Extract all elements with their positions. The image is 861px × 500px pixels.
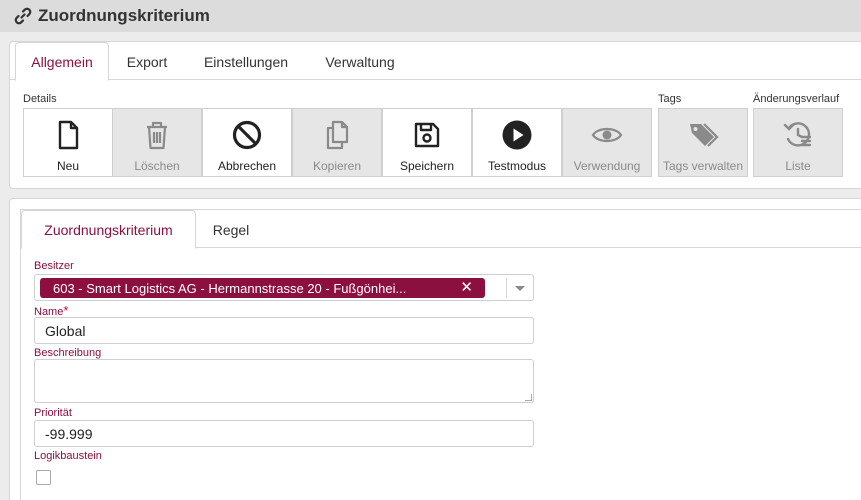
name-label: Name* [34, 303, 68, 318]
copy-button[interactable]: Kopieren [292, 108, 382, 177]
owner-chip: 603 - Smart Logistics AG - Hermannstrass… [40, 278, 485, 298]
owner-select[interactable]: 603 - Smart Logistics AG - Hermannstrass… [34, 274, 534, 301]
play-icon [502, 120, 532, 150]
trash-icon [147, 121, 167, 150]
window-title: Zuordnungskriterium [38, 6, 210, 25]
copy-icon [326, 120, 349, 150]
group-label-history: Änderungsverlauf [753, 93, 840, 105]
tab-verwaltung[interactable]: Verwaltung [312, 42, 408, 81]
form-tabs: Zuordnungskriterium Regel [21, 210, 861, 249]
manage-tags-button-label: Tags verwalten [662, 159, 744, 173]
select-divider [506, 278, 507, 298]
delete-button[interactable]: Löschen [112, 108, 202, 177]
history-list-button[interactable]: Liste [753, 108, 843, 177]
group-label-details: Details [23, 93, 57, 105]
remove-owner-icon[interactable]: ✕ [460, 278, 473, 298]
test-mode-button[interactable]: Testmodus [472, 108, 562, 177]
history-list-icon [783, 122, 812, 147]
cancel-icon [232, 120, 262, 150]
test-mode-button-label: Testmodus [487, 159, 547, 173]
cancel-button-label: Abbrechen [217, 159, 277, 173]
description-label: Beschreibung [34, 347, 102, 359]
priority-field[interactable]: -99.999 [34, 420, 534, 447]
tags-icon [690, 123, 719, 147]
tab-regel[interactable]: Regel [199, 210, 263, 249]
save-button-label: Speichern [399, 159, 455, 173]
save-icon [414, 122, 440, 148]
group-label-tags: Tags [658, 93, 682, 105]
save-button[interactable]: Speichern [382, 108, 472, 177]
form-container: Zuordnungskriterium Regel [20, 209, 861, 500]
usage-button[interactable]: Verwendung [562, 108, 652, 177]
title-bar: Zuordnungskriterium [0, 0, 861, 32]
new-document-icon [58, 120, 79, 150]
owner-chip-text: 603 - Smart Logistics AG - Hermannstrass… [53, 280, 407, 296]
delete-button-label: Löschen [134, 159, 180, 173]
name-field[interactable]: Global [34, 317, 534, 344]
tab-einstellungen[interactable]: Einstellungen [190, 42, 302, 81]
manage-tags-button[interactable]: Tags verwalten [658, 108, 748, 177]
tab-zuordnungskriterium[interactable]: Zuordnungskriterium [21, 210, 196, 249]
link-icon [14, 7, 32, 25]
cancel-button[interactable]: Abbrechen [202, 108, 292, 177]
priority-label: Priorität [34, 407, 72, 419]
tab-export[interactable]: Export [114, 42, 180, 81]
logic-block-checkbox[interactable] [36, 470, 51, 485]
main-tabs: Allgemein Export Einstellungen Verwaltun… [10, 42, 861, 81]
resize-grip-icon[interactable] [525, 394, 532, 401]
owner-label: Besitzer [34, 260, 74, 272]
copy-button-label: Kopieren [312, 159, 362, 173]
eye-icon [591, 127, 623, 143]
form-panel: Zuordnungskriterium Regel Besitzer 603 -… [9, 198, 861, 500]
logic-block-label: Logikbaustein [34, 450, 102, 462]
required-marker: * [63, 303, 69, 318]
tab-allgemein[interactable]: Allgemein [15, 42, 109, 81]
usage-button-label: Verwendung [573, 159, 641, 173]
history-list-button-label: Liste [785, 159, 811, 173]
chevron-down-icon[interactable] [515, 286, 525, 291]
new-button-label: Neu [56, 159, 79, 173]
toolbar-panel: Allgemein Export Einstellungen Verwaltun… [9, 41, 861, 189]
description-field[interactable] [34, 359, 534, 403]
new-button[interactable]: Neu [23, 108, 113, 177]
